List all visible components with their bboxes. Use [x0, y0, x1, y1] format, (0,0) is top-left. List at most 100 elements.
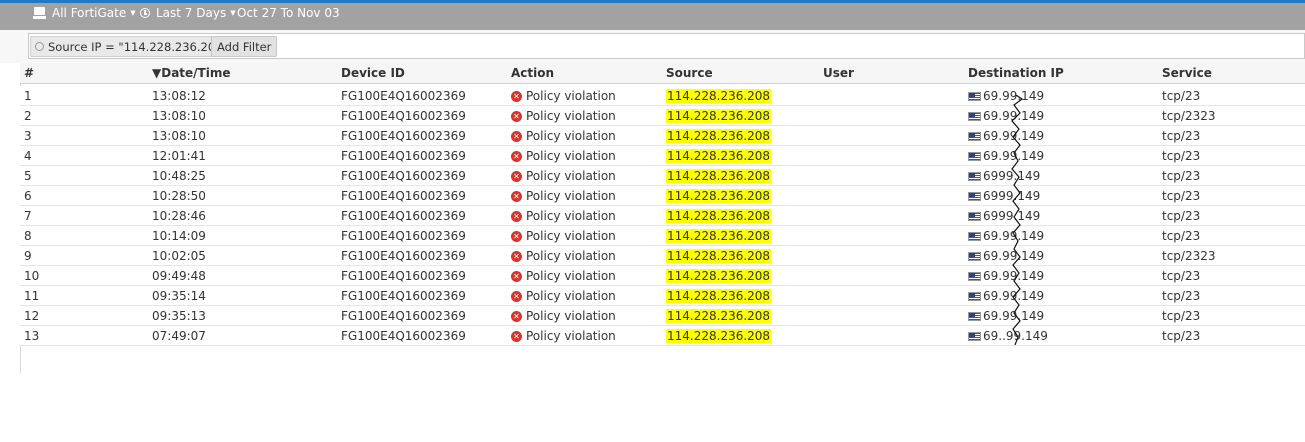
column-header-user[interactable]: User: [823, 66, 854, 80]
row-datetime: 13:08:10: [152, 109, 206, 123]
column-header-number[interactable]: #: [24, 66, 34, 80]
chevron-down-icon: ▼: [230, 9, 236, 17]
row-device-id: FG100E4Q16002369: [341, 309, 466, 323]
row-action: ✕ Policy violation: [511, 89, 616, 103]
row-source-ip: 114.228.236.208: [666, 329, 772, 343]
column-header-destination-ip[interactable]: Destination IP: [968, 66, 1064, 80]
row-service: tcp/23: [1162, 209, 1201, 223]
row-device-id: FG100E4Q16002369: [341, 329, 466, 343]
row-source-ip: 114.228.236.208: [666, 149, 772, 163]
row-source-ip: 114.228.236.208: [666, 249, 772, 263]
table-row[interactable]: 10 09:49:48 FG100E4Q16002369 ✕ Policy violat…: [20, 266, 1305, 286]
table-row[interactable]: 1 13:08:12 FG100E4Q16002369 ✕ Policy violati…: [20, 86, 1305, 106]
row-destination-prefix: 69.: [983, 109, 1003, 123]
us-flag-icon: [968, 91, 981, 101]
us-flag-icon: [968, 131, 981, 141]
row-datetime: 09:49:48: [152, 269, 206, 283]
row-datetime: 10:14:09: [152, 229, 206, 243]
row-destination-prefix: 69.: [983, 149, 1003, 163]
row-source: 114.228.236.208: [666, 309, 772, 323]
add-filter-button[interactable]: Add Filter: [211, 36, 278, 57]
column-header-service[interactable]: Service: [1162, 66, 1212, 80]
row-number: 9: [24, 249, 32, 263]
column-header-datetime[interactable]: ▼Date/Time: [152, 66, 231, 80]
table-row[interactable]: 9 10:02:05 FG100E4Q16002369 ✕ Policy violati…: [20, 246, 1305, 266]
us-flag-icon: [968, 171, 981, 181]
us-flag-icon: [968, 311, 981, 321]
row-number: 3: [24, 129, 32, 143]
row-datetime: 10:48:25: [152, 169, 206, 183]
time-range-selector[interactable]: Last 7 Days ▼: [140, 6, 236, 20]
row-number: 12: [24, 309, 40, 323]
column-header-action[interactable]: Action: [511, 66, 554, 80]
table-row[interactable]: 11 09:35:14 FG100E4Q16002369 ✕ Policy violat…: [20, 286, 1305, 306]
row-source: 114.228.236.208: [666, 209, 772, 223]
table-row[interactable]: 8 10:14:09 FG100E4Q16002369 ✕ Policy violati…: [20, 226, 1305, 246]
row-device-id: FG100E4Q16002369: [341, 249, 466, 263]
row-source: 114.228.236.208: [666, 269, 772, 283]
row-number: 5: [24, 169, 32, 183]
row-number: 13: [24, 329, 40, 343]
table-row[interactable]: 13 07:49:07 FG100E4Q16002369 ✕ Policy violat…: [20, 326, 1305, 346]
x-circle-icon: ✕: [511, 190, 522, 202]
x-circle-icon: ✕: [511, 130, 522, 142]
row-number: 7: [24, 209, 32, 223]
column-header-device-id[interactable]: Device ID: [341, 66, 405, 80]
row-action-label: Policy violation: [526, 109, 616, 123]
device-selector[interactable]: All FortiGate ▼: [33, 6, 136, 20]
row-action: ✕ Policy violation: [511, 209, 616, 223]
row-action-label: Policy violation: [526, 189, 616, 203]
row-destination-prefix: 69: [983, 189, 999, 203]
us-flag-icon: [968, 231, 981, 241]
x-circle-icon: ✕: [511, 90, 522, 102]
row-destination-prefix: 69.: [983, 269, 1003, 283]
row-source-ip: 114.228.236.208: [666, 189, 772, 203]
row-service: tcp/23: [1162, 229, 1201, 243]
table-row[interactable]: 5 10:48:25 FG100E4Q16002369 ✕ Policy violati…: [20, 166, 1305, 186]
x-circle-icon: ✕: [511, 270, 522, 282]
row-source-ip: 114.228.236.208: [666, 209, 772, 223]
row-source: 114.228.236.208: [666, 289, 772, 303]
row-action: ✕ Policy violation: [511, 269, 616, 283]
row-action: ✕ Policy violation: [511, 109, 616, 123]
row-destination-prefix: 69.: [983, 289, 1003, 303]
table-row[interactable]: 4 12:01:41 FG100E4Q16002369 ✕ Policy violati…: [20, 146, 1305, 166]
us-flag-icon: [968, 251, 981, 261]
row-source-ip: 114.228.236.208: [666, 109, 772, 123]
filter-chip[interactable]: Source IP = "114.228.236.208": [30, 36, 234, 57]
table-row[interactable]: 7 10:28:46 FG100E4Q16002369 ✕ Policy violati…: [20, 206, 1305, 226]
row-action-label: Policy violation: [526, 209, 616, 223]
row-source-ip: 114.228.236.208: [666, 269, 772, 283]
row-action: ✕ Policy violation: [511, 289, 616, 303]
row-source-ip: 114.228.236.208: [666, 229, 772, 243]
column-header-source[interactable]: Source: [666, 66, 713, 80]
row-source: 114.228.236.208: [666, 149, 772, 163]
row-service: tcp/23: [1162, 189, 1201, 203]
row-action-label: Policy violation: [526, 169, 616, 183]
row-action-label: Policy violation: [526, 269, 616, 283]
row-service: tcp/23: [1162, 289, 1201, 303]
row-datetime: 13:08:12: [152, 89, 206, 103]
table-row[interactable]: 6 10:28:50 FG100E4Q16002369 ✕ Policy violati…: [20, 186, 1305, 206]
remove-filter-icon[interactable]: [35, 42, 44, 51]
row-source-ip: 114.228.236.208: [666, 289, 772, 303]
table-row[interactable]: 12 09:35:13 FG100E4Q16002369 ✕ Policy violat…: [20, 306, 1305, 326]
row-destination-prefix: 69.: [983, 129, 1003, 143]
table-row[interactable]: 2 13:08:10 FG100E4Q16002369 ✕ Policy violati…: [20, 106, 1305, 126]
row-service: tcp/23: [1162, 129, 1201, 143]
row-action: ✕ Policy violation: [511, 329, 616, 343]
row-action: ✕ Policy violation: [511, 149, 616, 163]
x-circle-icon: ✕: [511, 290, 522, 302]
row-device-id: FG100E4Q16002369: [341, 269, 466, 283]
row-device-id: FG100E4Q16002369: [341, 109, 466, 123]
row-source: 114.228.236.208: [666, 129, 772, 143]
row-source-ip: 114.228.236.208: [666, 129, 772, 143]
storage-icon: [33, 7, 46, 19]
row-action-label: Policy violation: [526, 289, 616, 303]
row-datetime: 07:49:07: [152, 329, 206, 343]
time-range-label: Last 7 Days: [156, 6, 227, 20]
row-service: tcp/2323: [1162, 249, 1216, 263]
table-row[interactable]: 3 13:08:10 FG100E4Q16002369 ✕ Policy violati…: [20, 126, 1305, 146]
row-datetime: 10:28:50: [152, 189, 206, 203]
row-source-ip: 114.228.236.208: [666, 169, 772, 183]
